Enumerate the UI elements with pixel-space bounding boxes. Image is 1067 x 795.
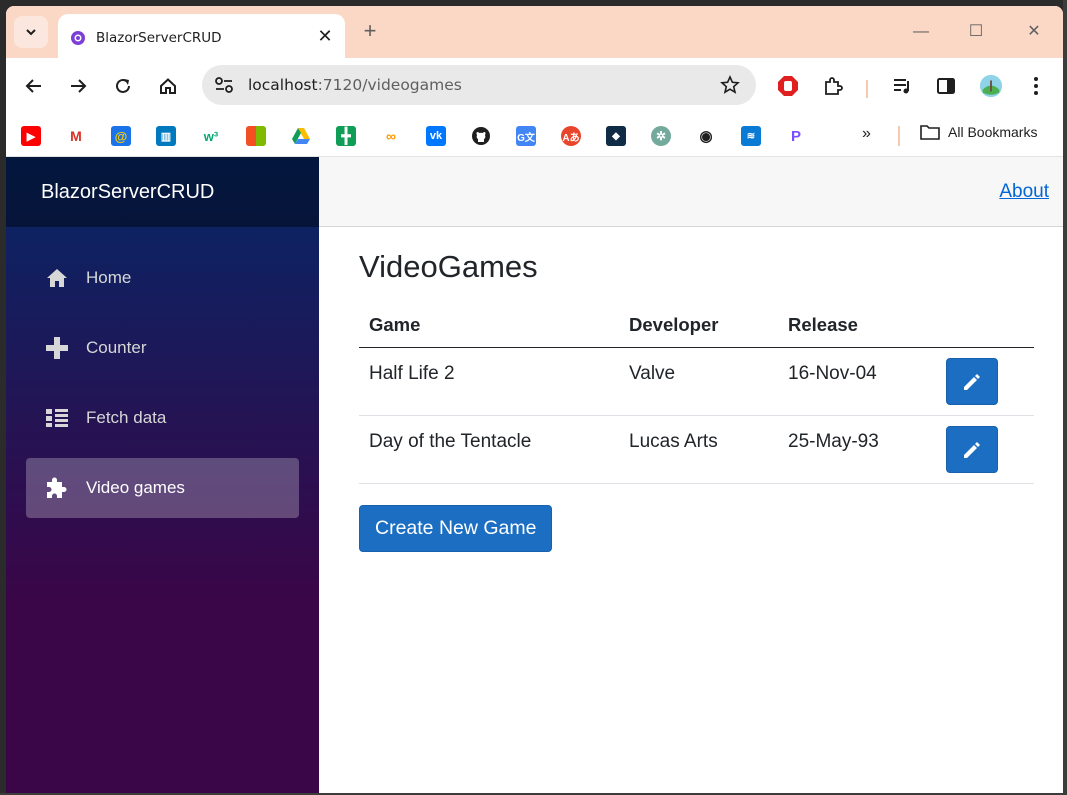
all-bookmarks-label: All Bookmarks — [948, 124, 1038, 140]
edit-button[interactable] — [946, 426, 998, 473]
edit-button[interactable] — [946, 358, 998, 405]
bookmark-star-icon[interactable] — [718, 73, 742, 97]
sidebar-item-label: Fetch data — [86, 408, 167, 427]
google-translate-icon[interactable]: G文 — [516, 126, 536, 146]
adblock-icon[interactable] — [776, 74, 800, 98]
window-close-icon[interactable]: ✕ — [1014, 18, 1054, 46]
tab-title: BlazorServerCRUD — [96, 30, 222, 46]
mail-at-icon[interactable]: @ — [111, 126, 131, 146]
forward-icon[interactable] — [64, 72, 92, 100]
github-icon[interactable] — [471, 126, 491, 146]
page-title: VideoGames — [359, 249, 538, 284]
eye-bookmark-icon[interactable]: ◉ — [696, 126, 716, 146]
sidebar-item-video-games[interactable]: Video games — [26, 458, 299, 518]
translator-icon[interactable]: Aあ — [561, 126, 581, 146]
browser-window: BlazorServerCRUD ✕ + — ☐ ✕ localhost:712… — [6, 6, 1063, 793]
menu-kebab-icon[interactable] — [1024, 74, 1048, 98]
game-cell: Half Life 2 — [369, 363, 455, 384]
sidebar-item-label: Home — [86, 268, 132, 287]
brand-bar: BlazorServerCRUD — [6, 157, 319, 227]
videogames-table: Game Developer Release Half Life 2 Valve… — [359, 309, 1034, 484]
p-bookmark-icon[interactable]: P — [786, 126, 806, 146]
maximize-icon[interactable]: ☐ — [956, 18, 996, 46]
tab-search-button[interactable] — [14, 16, 48, 48]
table-row: Half Life 2 Valve 16-Nov-04 — [359, 348, 1034, 416]
gmail-icon[interactable]: M — [66, 126, 86, 146]
pencil-icon — [964, 441, 980, 458]
extensions-icon[interactable] — [821, 74, 845, 98]
home-browser-icon[interactable] — [154, 72, 182, 100]
all-bookmarks-button[interactable]: All Bookmarks — [920, 124, 1037, 140]
column-header-game: Game — [369, 314, 421, 335]
google-sheets-icon[interactable]: ╋ — [336, 126, 356, 146]
sidebar: BlazorServerCRUD Home Counter Fetch data — [6, 157, 319, 793]
about-link[interactable]: About — [999, 181, 1049, 203]
profile-avatar-icon[interactable] — [979, 74, 1003, 98]
site-info-icon[interactable] — [212, 73, 236, 97]
w3schools-icon[interactable]: w³ — [201, 126, 221, 146]
release-cell: 25-May-93 — [788, 431, 879, 452]
developer-cell: Valve — [629, 363, 676, 384]
deepl-icon[interactable]: ◆ — [606, 126, 626, 146]
bookmarks-overflow-icon[interactable]: » — [862, 125, 871, 143]
url-text: localhost:7120/videogames — [248, 76, 462, 94]
sidebar-item-home[interactable]: Home — [26, 248, 299, 308]
developer-cell: Lucas Arts — [629, 431, 718, 452]
vk-icon[interactable]: vk — [426, 126, 446, 146]
close-tab-icon[interactable]: ✕ — [315, 26, 335, 46]
new-tab-icon[interactable]: + — [358, 20, 382, 44]
blazor-favicon-icon — [71, 31, 85, 45]
back-icon[interactable] — [20, 72, 48, 100]
address-bar[interactable]: localhost:7120/videogames — [202, 65, 756, 105]
table-header: Game Developer Release — [359, 309, 1034, 348]
active-tab[interactable]: BlazorServerCRUD ✕ — [58, 14, 345, 58]
column-header-developer: Developer — [629, 314, 719, 335]
table-row: Day of the Tentacle Lucas Arts 25-May-93 — [359, 416, 1034, 484]
youtube-icon[interactable]: ▶ — [21, 126, 41, 146]
tab-strip: BlazorServerCRUD ✕ + — ☐ ✕ — [6, 6, 1063, 58]
trello-icon[interactable]: ▥ — [156, 126, 176, 146]
sidebar-item-counter[interactable]: Counter — [26, 318, 299, 378]
minimize-icon[interactable]: — — [901, 18, 941, 46]
game-cell: Day of the Tentacle — [369, 431, 532, 452]
pencil-icon — [964, 373, 980, 390]
docker-icon[interactable]: ≋ — [741, 126, 761, 146]
url-path: :7120/videogames — [317, 76, 462, 94]
reload-icon[interactable] — [109, 72, 137, 100]
browser-toolbar: localhost:7120/videogames — [6, 58, 1063, 114]
bookmarks-separator — [898, 126, 900, 146]
window-edge — [1063, 0, 1067, 795]
sidebar-item-label: Counter — [86, 338, 147, 357]
puzzle-icon — [44, 475, 70, 501]
sidebar-item-fetch-data[interactable]: Fetch data — [26, 388, 299, 448]
plus-icon — [44, 335, 70, 361]
microsoft-icon[interactable] — [246, 126, 266, 146]
app-root: BlazorServerCRUD Home Counter Fetch data — [6, 157, 1063, 793]
side-panel-icon[interactable] — [934, 74, 958, 98]
google-drive-icon[interactable] — [291, 126, 311, 146]
list-icon — [44, 405, 70, 431]
chevron-down-icon — [26, 29, 36, 36]
home-icon — [44, 265, 70, 291]
top-row: About — [319, 157, 1063, 227]
chatgpt-icon[interactable]: ✲ — [651, 126, 671, 146]
folder-icon — [920, 125, 940, 140]
sidebar-item-label: Video games — [86, 478, 185, 497]
infinity-icon[interactable]: ∞ — [381, 126, 401, 146]
app-brand[interactable]: BlazorServerCRUD — [41, 181, 214, 204]
media-queue-icon[interactable] — [890, 74, 914, 98]
release-cell: 16-Nov-04 — [788, 363, 877, 384]
url-host: localhost — [248, 76, 318, 94]
create-new-game-button[interactable]: Create New Game — [359, 505, 553, 552]
bookmarks-bar: ▶ M @ ▥ w³ ╋ ∞ vk G文 Aあ ◆ ✲ ◉ ≋ P » All … — [6, 114, 1063, 157]
column-header-release: Release — [788, 314, 858, 335]
toolbar-separator — [866, 80, 868, 98]
